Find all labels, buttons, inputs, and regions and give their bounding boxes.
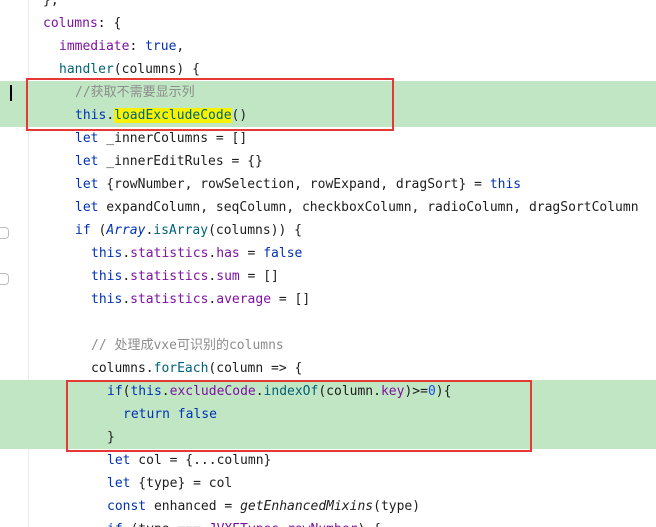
code-line[interactable]: let _innerEditRules = {} <box>0 150 656 173</box>
code-text: let {type} = col <box>107 476 233 491</box>
code-editor[interactable]: }, columns: { immediate: true, handler(c… <box>0 0 656 527</box>
code-line[interactable]: if (Array.isArray(columns)) { <box>0 219 656 242</box>
code-text: }, <box>43 0 59 8</box>
code-text: let expandColumn, seqColumn, checkboxCol… <box>75 200 639 215</box>
code-text: this.statistics.has = false <box>91 246 303 261</box>
code-line[interactable]: }, <box>0 0 656 12</box>
code-text: columns.forEach(column => { <box>91 361 303 376</box>
code-text: let col = {...column} <box>107 453 272 468</box>
code-text: let {rowNumber, rowSelection, rowExpand,… <box>75 177 522 192</box>
code-text: immediate: true, <box>59 39 185 54</box>
code-text: if (type === JVXETypes.rowNumber) { <box>107 518 381 527</box>
code-line[interactable]: this.statistics.average = [] <box>0 288 656 311</box>
code-text: this.statistics.average = [] <box>91 292 311 307</box>
code-comment: // 处理成vxe可识别的columns <box>91 338 284 353</box>
annotation-box-exclude-check <box>66 380 532 452</box>
code-line[interactable]: let {rowNumber, rowSelection, rowExpand,… <box>0 173 656 196</box>
code-line[interactable]: this.statistics.sum = [] <box>0 265 656 288</box>
code-line[interactable]: // 处理成vxe可识别的columns <box>0 334 656 357</box>
code-line[interactable]: columns: { <box>0 12 656 35</box>
annotation-box-load-exclude <box>26 78 394 131</box>
code-line[interactable]: let {type} = col <box>0 472 656 495</box>
code-line[interactable]: this.statistics.has = false <box>0 242 656 265</box>
code-line[interactable]: const enhanced = getEnhancedMixins(type) <box>0 495 656 518</box>
code-line[interactable]: columns.forEach(column => { <box>0 357 656 380</box>
code-line[interactable]: let col = {...column} <box>0 449 656 472</box>
code-text: let _innerEditRules = {} <box>75 154 263 169</box>
code-text: columns: { <box>43 16 122 31</box>
code-line[interactable] <box>0 311 656 334</box>
code-text: const enhanced = getEnhancedMixins(type) <box>107 499 421 514</box>
code-line[interactable]: immediate: true, <box>0 35 656 58</box>
code-text: this.statistics.sum = [] <box>91 269 279 284</box>
code-line[interactable]: if (type === JVXETypes.rowNumber) { <box>0 518 656 527</box>
code-line[interactable]: let expandColumn, seqColumn, checkboxCol… <box>0 196 656 219</box>
text-caret <box>10 85 12 101</box>
code-text: if (Array.isArray(columns)) { <box>75 223 302 238</box>
